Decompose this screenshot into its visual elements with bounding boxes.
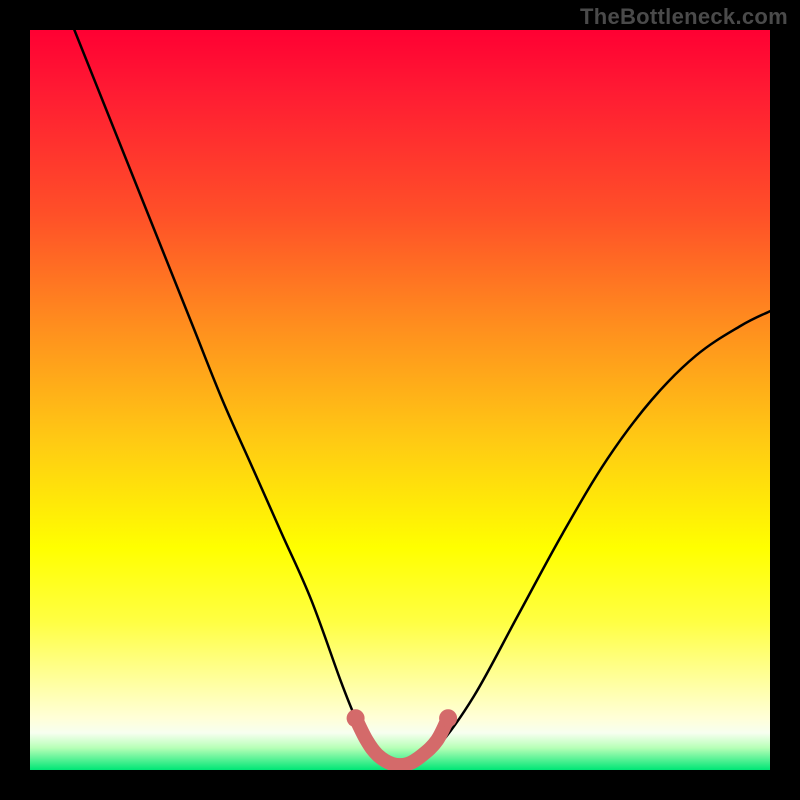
curve-svg	[30, 30, 770, 770]
plot-area	[30, 30, 770, 770]
highlight-valley-path	[356, 718, 449, 765]
highlight-endpoint-dot	[347, 709, 365, 727]
bottleneck-curve-path	[74, 30, 770, 766]
watermark-label: TheBottleneck.com	[580, 4, 788, 30]
highlight-endpoint-dot	[439, 709, 457, 727]
chart-frame: TheBottleneck.com	[0, 0, 800, 800]
